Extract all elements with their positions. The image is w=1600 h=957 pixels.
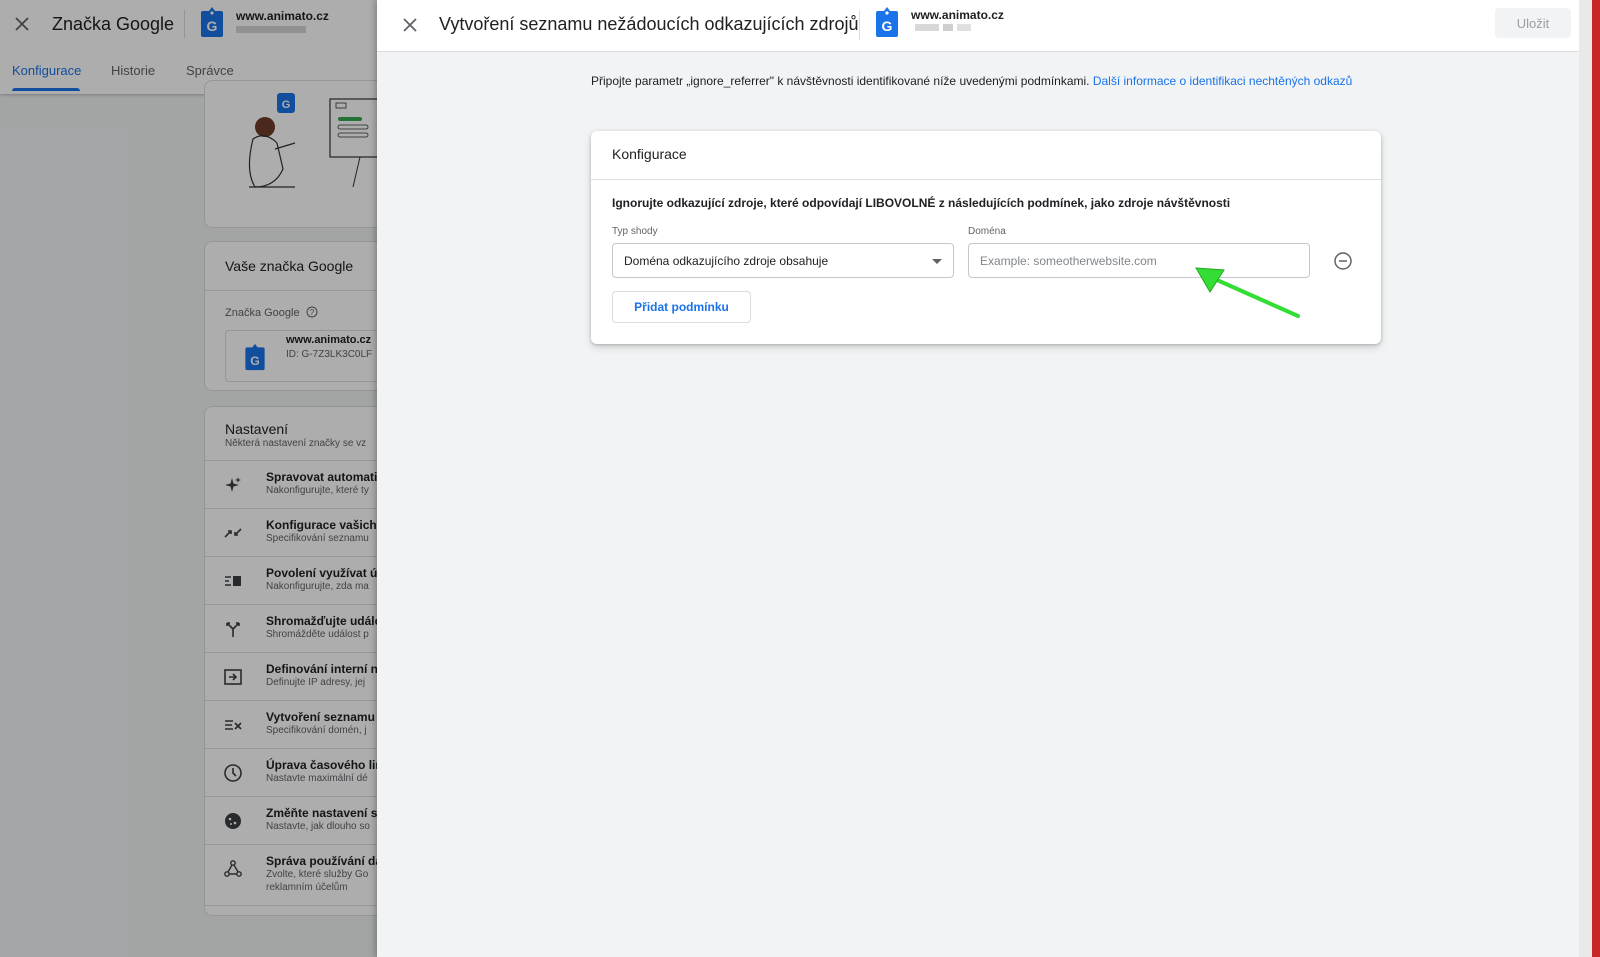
dropdown-arrow-icon bbox=[932, 259, 942, 264]
referral-exclusion-drawer: Vytvoření seznamu nežádoucích odkazující… bbox=[377, 0, 1579, 957]
rule-description: Ignorujte odkazující zdroje, které odpov… bbox=[612, 196, 1231, 210]
save-button[interactable]: Uložit bbox=[1495, 8, 1571, 38]
modal-scrim[interactable] bbox=[0, 0, 377, 957]
intro-text: Připojte parametr „ignore_referrer" k ná… bbox=[591, 74, 1353, 88]
configuration-title: Konfigurace bbox=[612, 146, 687, 162]
divider bbox=[591, 179, 1381, 180]
close-icon[interactable] bbox=[399, 14, 421, 36]
learn-more-link[interactable]: Další informace o identifikaci nechtěnýc… bbox=[1093, 74, 1352, 88]
header-divider bbox=[859, 10, 860, 40]
remove-condition-icon[interactable] bbox=[1333, 251, 1353, 271]
google-tag-icon: G bbox=[876, 7, 898, 37]
blurred-tag-id bbox=[915, 24, 971, 31]
match-type-value: Doména odkazujícího zdroje obsahuje bbox=[624, 254, 829, 268]
match-type-select[interactable]: Doména odkazujícího zdroje obsahuje bbox=[612, 243, 954, 278]
svg-text:G: G bbox=[882, 18, 893, 34]
tag-domain: www.animato.cz bbox=[911, 8, 1004, 22]
window-edge-accent bbox=[1592, 0, 1600, 957]
domain-label: Doména bbox=[968, 226, 1006, 237]
match-type-label: Typ shody bbox=[612, 226, 658, 237]
drawer-title: Vytvoření seznamu nežádoucích odkazující… bbox=[439, 14, 859, 34]
annotation-arrow-icon bbox=[1195, 267, 1300, 318]
add-condition-button[interactable]: Přidat podmínku bbox=[612, 291, 751, 323]
drawer-header: Vytvoření seznamu nežádoucích odkazující… bbox=[377, 0, 1579, 52]
